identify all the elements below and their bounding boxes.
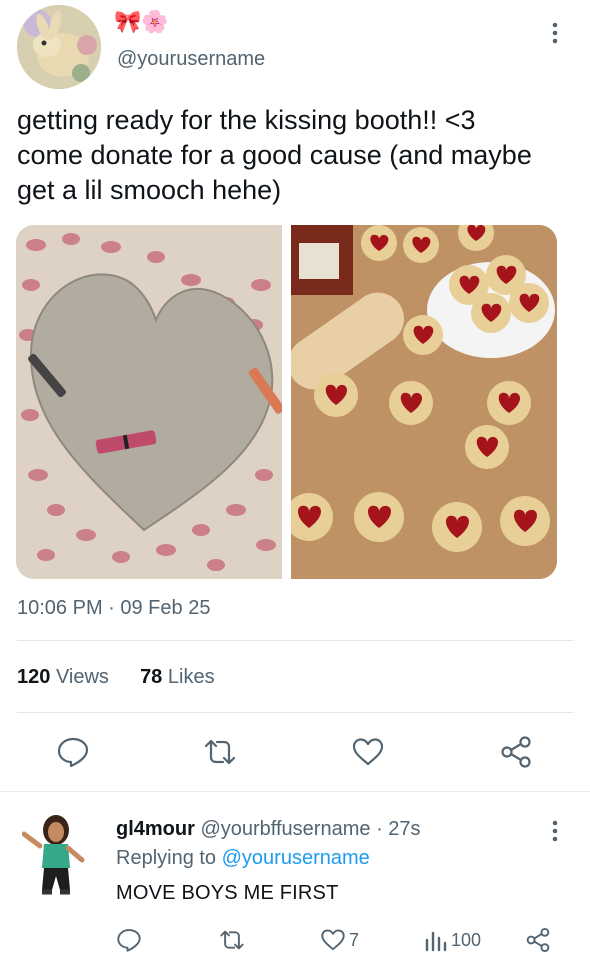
views-count: 120 bbox=[17, 666, 51, 688]
likes-count[interactable]: 78 bbox=[140, 666, 162, 688]
like-button[interactable] bbox=[351, 735, 385, 769]
share-button[interactable] bbox=[499, 735, 533, 769]
tweet-text: getting ready for the kissing booth!! <3… bbox=[17, 103, 582, 208]
likes-label[interactable]: Likes bbox=[168, 666, 215, 688]
reply-retweet-button[interactable] bbox=[219, 926, 245, 954]
tweet-text-line: get a lil smooch hehe) bbox=[17, 175, 282, 205]
tweet-photo-2[interactable] bbox=[291, 225, 557, 579]
reply-like-button[interactable]: 7 bbox=[320, 926, 359, 954]
replying-to-label: Replying to bbox=[116, 847, 217, 869]
avatar[interactable] bbox=[17, 5, 101, 89]
reply-like-count: 7 bbox=[349, 929, 360, 950]
replying-to-handle[interactable]: @yourusername bbox=[222, 847, 370, 869]
more-options-icon[interactable] bbox=[545, 22, 565, 44]
reply-icon bbox=[117, 929, 141, 952]
share-icon bbox=[526, 927, 550, 953]
views-chart-icon bbox=[425, 931, 447, 952]
reply-share-button[interactable] bbox=[525, 926, 551, 954]
replying-to: Replying to @yourusername bbox=[116, 847, 370, 870]
tweet-photo-1[interactable] bbox=[16, 225, 282, 579]
divider bbox=[17, 640, 573, 641]
reply-more-options-icon[interactable] bbox=[545, 820, 565, 842]
views-label: Views bbox=[55, 666, 109, 688]
like-icon bbox=[352, 738, 384, 766]
tweet-timestamp[interactable]: 10:06 PM · 09 Feb 25 bbox=[17, 597, 210, 620]
reply-text: MOVE BOYS ME FIRST bbox=[116, 882, 339, 904]
divider bbox=[17, 712, 573, 713]
tweet-text-line: come donate for a good cause (and maybe bbox=[17, 140, 532, 170]
user-handle[interactable]: @yourusername bbox=[117, 48, 265, 71]
reply-avatar[interactable] bbox=[21, 812, 88, 902]
retweet-icon bbox=[220, 930, 244, 950]
reply-views-button[interactable]: 100 bbox=[424, 926, 481, 954]
tweet-stats: 120 Views 78 Likes bbox=[17, 666, 215, 689]
reply-icon bbox=[57, 737, 89, 768]
reply-reply-button[interactable] bbox=[116, 926, 142, 954]
reply-views-count: 100 bbox=[451, 929, 482, 950]
retweet-button[interactable] bbox=[203, 735, 237, 769]
retweet-icon bbox=[204, 739, 236, 765]
reply-author-handle[interactable]: @yourbffusername bbox=[200, 818, 370, 840]
reply-time[interactable]: · 27s bbox=[376, 818, 420, 840]
divider bbox=[0, 791, 590, 792]
reply-button[interactable] bbox=[56, 735, 90, 769]
like-icon bbox=[321, 929, 345, 951]
display-name[interactable]: 🎀🌸 bbox=[114, 9, 169, 35]
tweet-text-line: getting ready for the kissing booth!! <3 bbox=[17, 105, 476, 135]
reply-author-name[interactable]: gl4mour bbox=[116, 818, 195, 840]
reply-header: gl4mour @yourbffusername · 27s bbox=[116, 818, 421, 841]
share-icon bbox=[501, 736, 531, 768]
